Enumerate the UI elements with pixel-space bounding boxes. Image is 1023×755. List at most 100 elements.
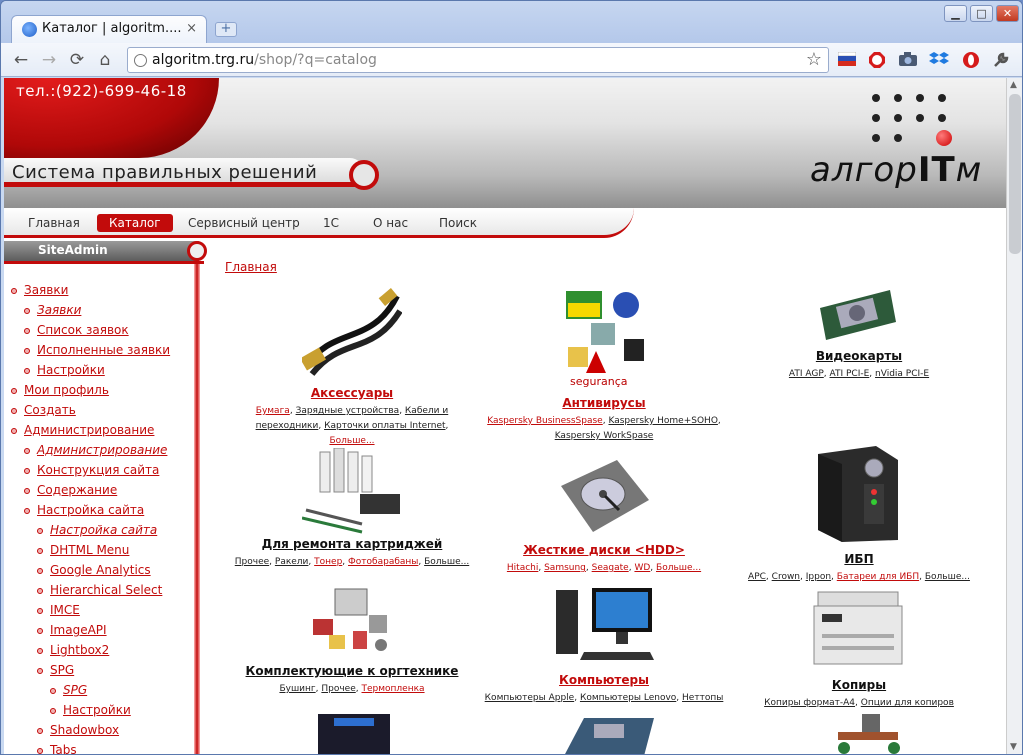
sub-link[interactable]: Опции для копиров	[861, 698, 954, 708]
sub-link[interactable]: Карточки оплаты Internet	[324, 421, 445, 431]
close-window-button[interactable]: ✕	[996, 5, 1019, 22]
sidebar-item[interactable]: Список заявок	[37, 323, 129, 337]
reload-button[interactable]: ⟳	[67, 50, 87, 70]
sidebar-item[interactable]: Содержание	[37, 483, 117, 497]
sidebar-item[interactable]: Hierarchical Select	[50, 583, 162, 597]
sub-link[interactable]: APC	[748, 572, 766, 582]
browser-tab[interactable]: Каталог | algoritm.... ×	[11, 15, 207, 43]
sidebar-item[interactable]: Настройки	[37, 363, 105, 377]
sub-link[interactable]: Больше...	[925, 572, 970, 582]
sidebar-item[interactable]: Конструкция сайта	[37, 463, 159, 477]
sidebar-item[interactable]: Tabs	[50, 743, 77, 754]
sub-link[interactable]: Seagate	[592, 563, 629, 573]
sidebar-item[interactable]: Заявки	[37, 303, 81, 317]
menu-item-search[interactable]: Поиск	[427, 214, 489, 232]
sub-link[interactable]: Фотобарабаны	[348, 557, 418, 567]
sub-link[interactable]: Прочее	[321, 684, 355, 694]
sub-link[interactable]: Kaspersky WorkSpase	[555, 431, 654, 441]
sidebar-item[interactable]: Настройка сайта	[50, 523, 157, 537]
sub-link[interactable]: Samsung	[544, 563, 586, 573]
copier-image[interactable]	[812, 590, 904, 670]
sidebar-item[interactable]: Администрирование	[37, 443, 167, 457]
sidebar-item[interactable]: Google Analytics	[50, 563, 151, 577]
sub-link[interactable]: Неттопы	[682, 693, 723, 703]
sub-link[interactable]: Тонер	[314, 557, 342, 567]
scrollbar-thumb[interactable]	[1009, 94, 1021, 254]
motherboard-image[interactable]	[564, 714, 654, 754]
adblock-icon[interactable]	[867, 51, 887, 71]
bookmark-star-icon[interactable]: ☆	[806, 49, 822, 70]
videocard-image[interactable]	[818, 288, 898, 346]
category-title-office-parts[interactable]: Комплектующие к оргтехнике	[246, 664, 459, 678]
sub-link[interactable]: nVidia PCI-E	[875, 369, 929, 379]
sub-link[interactable]: Бумага	[256, 406, 290, 416]
category-title-copiers[interactable]: Копиры	[832, 678, 886, 692]
forward-button[interactable]: →	[39, 50, 59, 70]
new-tab-button[interactable]: +	[215, 22, 237, 37]
menu-item-1c[interactable]: 1С	[311, 214, 351, 232]
scroll-up-icon[interactable]: ▲	[1010, 80, 1017, 90]
menu-item-service[interactable]: Сервисный центр	[176, 214, 312, 232]
ups-image[interactable]	[812, 444, 902, 548]
sub-link[interactable]: Зарядные устройства	[296, 406, 400, 416]
category-title-accessories[interactable]: Аксессуары	[311, 386, 393, 400]
sub-link[interactable]: Kaspersky Home+SOHO	[608, 416, 717, 426]
sub-link[interactable]: Hitachi	[507, 563, 538, 573]
minimize-button[interactable]: ▁	[944, 5, 967, 22]
category-title-hdd[interactable]: Жесткие диски <HDD>	[523, 543, 685, 557]
sidebar-item[interactable]: Мои профиль	[24, 383, 109, 397]
sub-link[interactable]: Ippon	[806, 572, 831, 582]
back-button[interactable]: ←	[11, 50, 31, 70]
sub-link[interactable]: ATI AGP	[789, 369, 824, 379]
category-title-cartridge[interactable]: Для ремонта картриджей	[262, 537, 443, 551]
server-case-image[interactable]	[314, 712, 394, 754]
office-parts-image[interactable]	[309, 585, 393, 659]
sub-link[interactable]: Ракели	[275, 557, 309, 567]
menu-item-catalog[interactable]: Каталог	[97, 214, 173, 232]
category-title-videocards[interactable]: Видеокарты	[816, 349, 902, 363]
sub-link[interactable]: Больше...	[424, 557, 469, 567]
sub-link[interactable]: Компьютеры Lenovo	[580, 693, 676, 703]
tab-close-icon[interactable]: ×	[186, 21, 197, 36]
sidebar-item[interactable]: DHTML Menu	[50, 543, 129, 557]
sidebar-item[interactable]: Администрирование	[24, 423, 154, 437]
camera-icon[interactable]	[898, 51, 918, 71]
sub-link[interactable]: WD	[634, 563, 650, 573]
opera-icon[interactable]	[961, 51, 981, 71]
sub-link[interactable]: Термопленка	[362, 684, 425, 694]
breadcrumb[interactable]: Главная	[225, 260, 277, 274]
menu-item-home[interactable]: Главная	[16, 214, 92, 232]
sub-link[interactable]: Бушинг	[279, 684, 315, 694]
category-title-ups[interactable]: ИБП	[844, 552, 873, 566]
site-logo[interactable]: алгорITм	[810, 150, 982, 190]
sidebar-item[interactable]: IMCE	[50, 603, 80, 617]
sidebar-item[interactable]: SPG	[50, 663, 74, 677]
category-title-computers[interactable]: Компьютеры	[559, 673, 649, 687]
sub-link[interactable]: Компьютеры Apple	[485, 693, 575, 703]
menu-item-about[interactable]: О нас	[361, 214, 420, 232]
sidebar-item[interactable]: Заявки	[24, 283, 68, 297]
toner-image[interactable]	[301, 447, 402, 538]
computers-image[interactable]	[554, 586, 658, 672]
furniture-image[interactable]	[828, 712, 912, 754]
home-button[interactable]: ⌂	[95, 50, 115, 70]
dropbox-icon[interactable]	[929, 51, 949, 71]
scroll-down-icon[interactable]: ▼	[1010, 742, 1017, 752]
sidebar-item[interactable]: Shadowbox	[50, 723, 119, 737]
sidebar-item[interactable]: SPG	[63, 683, 87, 697]
sub-link[interactable]: Kaspersky BusinessSpase	[487, 416, 603, 426]
sub-link[interactable]: Батареи для ИБП	[837, 572, 919, 582]
address-bar[interactable]: algoritm.trg.ru/shop/?q=catalog ☆	[127, 47, 829, 73]
sidebar-item[interactable]: Создать	[24, 403, 76, 417]
sub-link[interactable]: ATI PCI-E	[830, 369, 870, 379]
antivirus-logos-image[interactable]: segurança	[566, 289, 646, 391]
sidebar-item[interactable]: Настройки	[63, 703, 131, 717]
flag-icon[interactable]	[837, 51, 857, 71]
wrench-icon[interactable]	[991, 51, 1011, 71]
cables-image[interactable]	[299, 286, 403, 380]
sidebar-item[interactable]: Настройка сайта	[37, 503, 144, 517]
sub-link[interactable]: Crown	[772, 572, 800, 582]
category-title-antivirus[interactable]: Антивирусы	[562, 396, 645, 410]
sub-link[interactable]: Прочее	[235, 557, 269, 567]
sidebar-item[interactable]: Lightbox2	[50, 643, 109, 657]
